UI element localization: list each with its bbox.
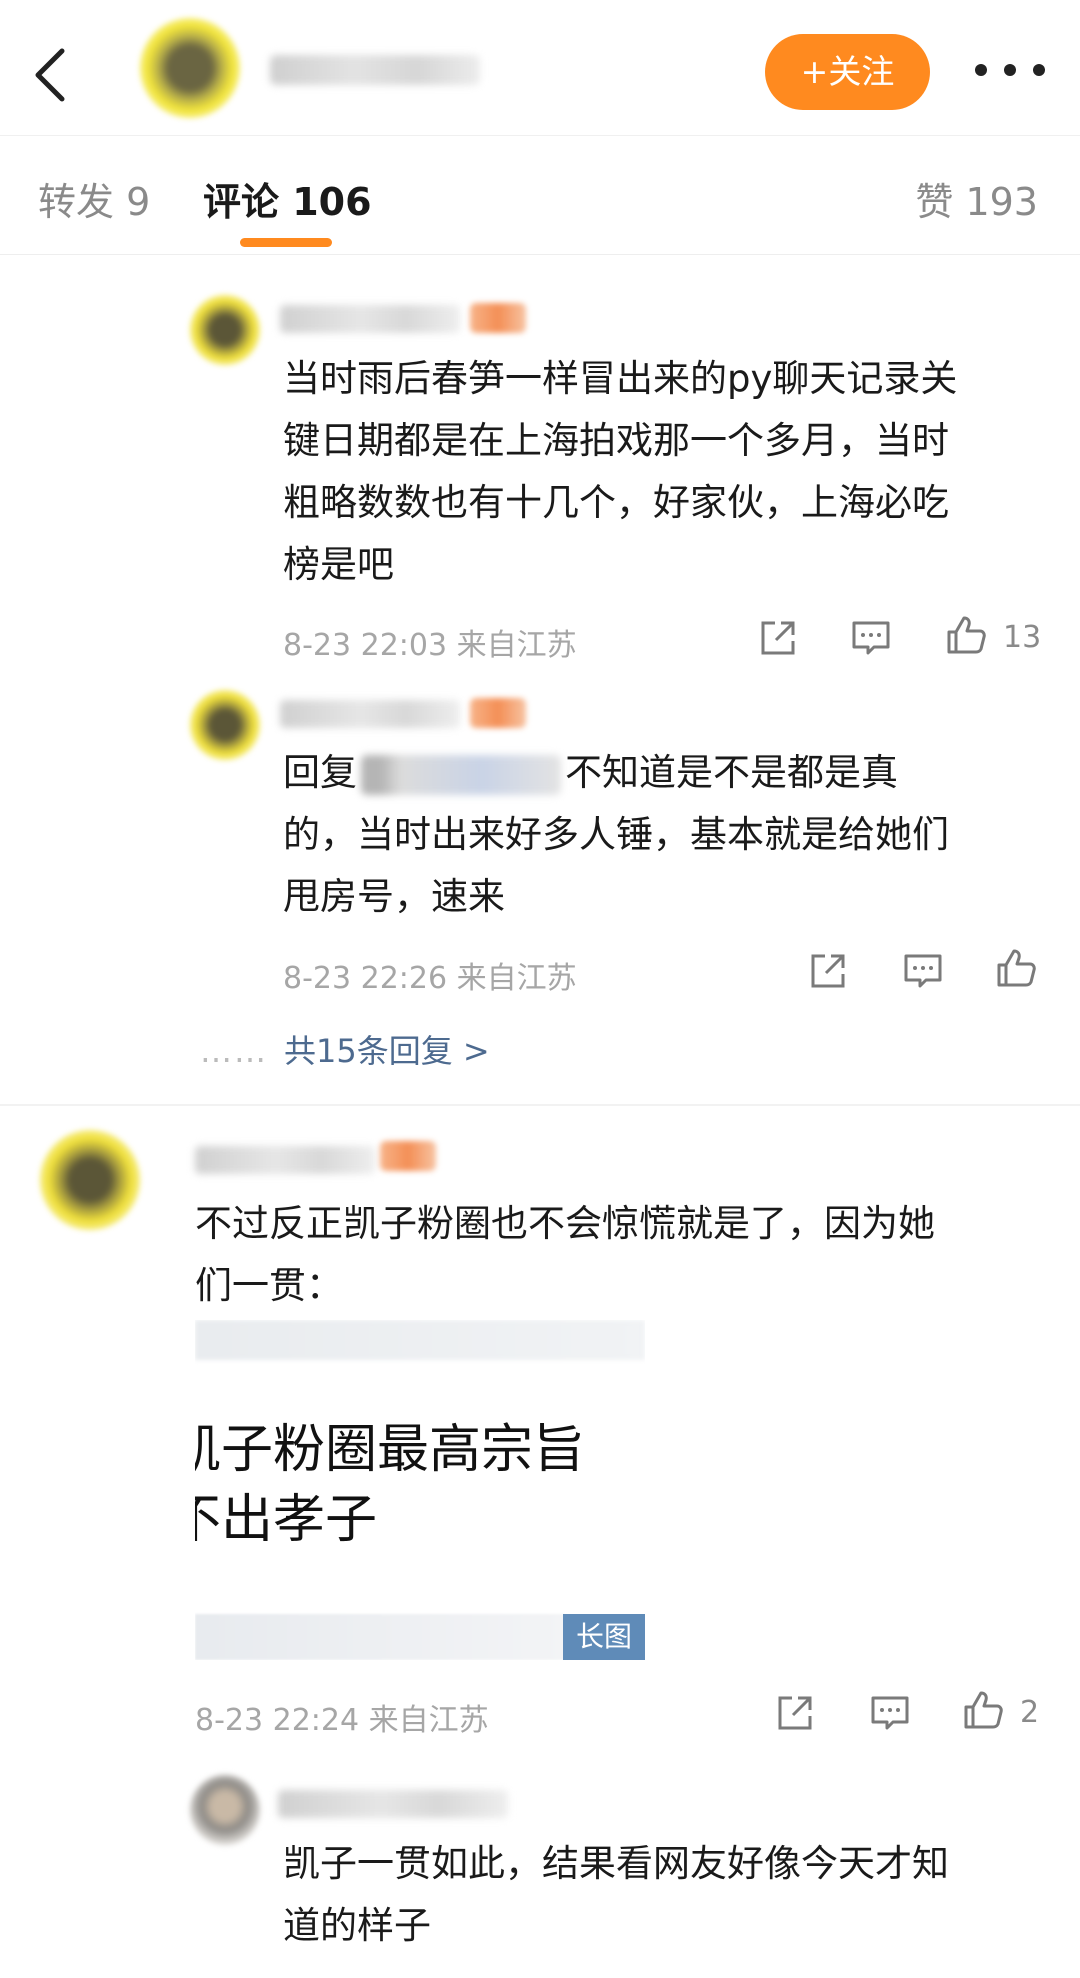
like-count: 2 <box>1020 1695 1040 1730</box>
reply-text: 凯子一贯如此，结果看网友好像今天才知 道的样子 <box>283 1842 949 1947</box>
avatar[interactable] <box>190 690 260 760</box>
avatar[interactable] <box>40 1130 140 1230</box>
share-icon[interactable] <box>755 615 801 661</box>
tab-comments[interactable]: 评论 106 <box>203 171 372 226</box>
tab-bar: 转发 9 评论 106 赞 193 <box>0 135 1080 255</box>
image-text-line: 不出孝子 <box>195 1490 378 1550</box>
back-icon[interactable] <box>30 45 70 105</box>
username-blurred[interactable] <box>280 700 460 728</box>
username-blurred[interactable] <box>278 1790 508 1818</box>
reply-text: 回复 不知道是不是都是真 的，当时出来好多人锤，基本就是给她们 甩房号，速来 <box>283 751 949 918</box>
comment-text: 当时雨后春笋一样冒出来的py聊天记录关 键日期都是在上海拍戏那一个多月，当时 粗… <box>283 357 958 586</box>
author-avatar[interactable] <box>140 18 240 118</box>
username-blurred[interactable] <box>195 1146 375 1174</box>
like-count: 13 <box>1003 620 1042 655</box>
more-horizontal-icon[interactable] <box>975 55 1045 85</box>
comment-meta: 8-23 22:26 来自江苏 <box>283 961 577 996</box>
comment-meta: 8-23 22:03 来自江苏 <box>283 628 577 663</box>
image-bottom-strip <box>195 1614 565 1660</box>
comment-icon[interactable] <box>867 1690 913 1736</box>
active-tab-indicator <box>240 238 332 247</box>
share-icon[interactable] <box>772 1690 818 1736</box>
share-icon[interactable] <box>805 948 851 994</box>
top-bar: +关注 <box>0 0 1080 135</box>
long-image-badge: 长图 <box>563 1614 645 1660</box>
tab-repost[interactable]: 转发 9 <box>38 171 150 226</box>
user-badge-blurred <box>380 1141 436 1171</box>
author-name-blurred[interactable] <box>270 55 480 85</box>
long-image-preview[interactable]: 凯子粉圈最高宗旨 不出孝子 长图 <box>195 1320 645 1660</box>
avatar[interactable] <box>190 295 260 365</box>
more-replies-link[interactable]: …… 共15条回复 > <box>200 1026 490 1072</box>
comment-text: 不过反正凯子粉圈也不会惊慌就是了，因为她 们一贯： <box>195 1202 935 1307</box>
avatar[interactable] <box>190 1775 260 1845</box>
comment-icon[interactable] <box>848 615 894 661</box>
image-text-line: 凯子粉圈最高宗旨 <box>195 1420 586 1480</box>
thumbs-up-icon[interactable] <box>943 612 989 658</box>
username-blurred[interactable] <box>280 305 460 333</box>
thumbs-up-icon[interactable] <box>993 945 1039 991</box>
user-badge-blurred <box>470 303 526 333</box>
thumbs-up-icon[interactable] <box>960 1687 1006 1733</box>
comment-meta: 8-23 22:24 来自江苏 <box>195 1703 489 1738</box>
follow-button[interactable]: +关注 <box>765 34 930 110</box>
image-top-strip <box>195 1320 645 1360</box>
divider <box>0 1104 1080 1106</box>
mention-blurred[interactable] <box>361 754 561 795</box>
user-badge-blurred <box>470 698 526 728</box>
tab-likes[interactable]: 赞 193 <box>915 171 1038 226</box>
comment-icon[interactable] <box>900 948 946 994</box>
